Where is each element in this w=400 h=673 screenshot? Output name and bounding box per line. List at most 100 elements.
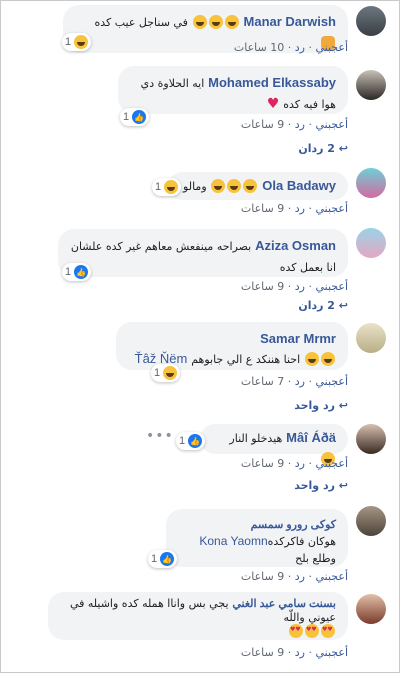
avatar[interactable] — [356, 323, 386, 353]
reaction-badge[interactable]: 1 👍 — [148, 550, 178, 568]
comment-text: يجي بس واناا همله كده واشيله في — [69, 597, 229, 610]
laughing-emoji-icon — [227, 179, 242, 193]
comment-bubble: Aziza Osman بصراحه مينفعش معاهم غير كده … — [58, 229, 348, 277]
reaction-count: 1 — [123, 111, 130, 123]
laughing-emoji-icon — [192, 15, 207, 29]
comment-time[interactable]: 9 ساعات — [241, 457, 284, 470]
avatar[interactable] — [356, 228, 386, 258]
comment-time[interactable]: 7 ساعات — [241, 375, 284, 388]
reaction-badge[interactable]: 1 👍 — [176, 432, 206, 450]
laughing-emoji-icon — [243, 179, 258, 193]
like-reaction-icon: 👍 — [188, 434, 203, 448]
reply-link[interactable]: رد — [295, 375, 305, 388]
like-link[interactable]: أعجبني — [315, 570, 348, 583]
comment-text: هوكان فاكركده — [267, 535, 336, 548]
like-reaction-icon: 👍 — [132, 110, 147, 124]
reaction-count: 1 — [65, 266, 72, 278]
view-replies-link[interactable]: ↩ رد واحد — [294, 399, 348, 412]
comment-text: بصراحه مينفعش معاهم غير كده علشان — [70, 240, 252, 253]
like-link[interactable]: أعجبني — [315, 41, 348, 54]
reply-link[interactable]: رد — [295, 570, 305, 583]
reaction-badge[interactable]: 1 — [62, 33, 92, 51]
comment-author[interactable]: Manar Darwish — [244, 14, 336, 29]
replies-count: رد واحد — [294, 399, 335, 412]
comment-author[interactable]: بسنت سامي عبد الغني — [232, 598, 336, 610]
comment-time[interactable]: 9 ساعات — [241, 280, 284, 293]
comment-bubble: Samar Mrmr احنا هننكد ع الي جابوهم Ťâž Ň… — [116, 322, 348, 370]
comment-actions: أعجبني · رد · 9 ساعات — [240, 280, 348, 293]
comment-actions: أعجبني · رد · 9 ساعات — [240, 646, 348, 659]
avatar[interactable] — [356, 6, 386, 36]
haha-reaction-icon — [163, 366, 178, 380]
avatar[interactable] — [356, 70, 386, 100]
like-link[interactable]: أعجبني — [315, 280, 348, 293]
reply-link[interactable]: رد — [295, 202, 305, 215]
reply-link[interactable]: رد — [295, 280, 305, 293]
like-reaction-icon: 👍 — [74, 265, 89, 279]
comment-time[interactable]: 9 ساعات — [241, 118, 284, 131]
comment-actions: أعجبني · رد · 10 ساعات — [233, 41, 348, 54]
comment-text: ايه الحلاوة دي — [140, 77, 205, 90]
laughing-emoji-icon — [208, 15, 223, 29]
comment-author[interactable]: Mohamed Elkassaby — [208, 75, 336, 90]
like-link[interactable]: أعجبني — [315, 646, 348, 659]
heart-eyes-emoji-icon — [289, 623, 303, 638]
reply-arrow-icon: ↩ — [338, 479, 348, 492]
comment-bubble: Mohamed Elkassaby ايه الحلاوة دي هوا فيه… — [118, 66, 348, 114]
more-options-icon[interactable]: ••• — [146, 428, 174, 444]
reaction-count: 1 — [65, 36, 72, 48]
reaction-badge[interactable]: 1 — [152, 178, 182, 196]
heart-eyes-emoji-icon — [305, 623, 319, 638]
heart-emoji-icon: ♥ — [266, 96, 280, 112]
reply-link[interactable]: رد — [295, 41, 305, 54]
comment-author[interactable]: كوكى رورو سمسم — [251, 519, 336, 531]
comment-text: ومالو — [183, 180, 207, 193]
reply-link[interactable]: رد — [295, 646, 305, 659]
reaction-badge[interactable]: 1 👍 — [120, 108, 150, 126]
avatar[interactable] — [356, 594, 386, 624]
comment-author[interactable]: Mâî Áðä — [286, 430, 336, 445]
mention-link[interactable]: Kona Yaomn — [199, 534, 267, 548]
reply-link[interactable]: رد — [295, 457, 305, 470]
comment-author[interactable]: Ola Badawy — [262, 178, 336, 193]
like-link[interactable]: أعجبني — [315, 457, 348, 470]
comment-author[interactable]: Samar Mrmr — [260, 331, 336, 346]
view-replies-link[interactable]: ↩ رد واحد — [294, 479, 348, 492]
comment-time[interactable]: 9 ساعات — [241, 646, 284, 659]
avatar[interactable] — [356, 506, 386, 536]
laughing-emoji-icon — [321, 352, 335, 366]
reaction-badge[interactable]: 1 👍 — [62, 263, 92, 281]
reply-arrow-icon: ↩ — [338, 299, 348, 312]
like-link[interactable]: أعجبني — [315, 202, 348, 215]
comment-actions: أعجبني · رد · 7 ساعات — [240, 375, 348, 388]
view-replies-link[interactable]: ↩ 2 ردان — [298, 299, 348, 312]
replies-count: رد واحد — [294, 479, 335, 492]
reply-link[interactable]: رد — [295, 118, 305, 131]
comment-time[interactable]: 10 ساعات — [234, 41, 284, 54]
haha-reaction-icon — [164, 180, 179, 194]
comment-author[interactable]: Aziza Osman — [255, 238, 336, 253]
comment-time[interactable]: 9 ساعات — [241, 570, 284, 583]
comment-actions: أعجبني · رد · 9 ساعات — [240, 118, 348, 131]
avatar[interactable] — [356, 168, 386, 198]
replies-count: 2 ردان — [298, 142, 335, 155]
replies-count: 2 ردان — [298, 299, 335, 312]
like-reaction-icon: 👍 — [160, 552, 175, 566]
comment-text-line2: هوا فيه كده — [283, 98, 336, 111]
reaction-count: 1 — [151, 553, 158, 565]
reaction-count: 1 — [179, 435, 186, 447]
comment-actions: أعجبني · رد · 9 ساعات — [240, 457, 348, 470]
view-replies-link[interactable]: ↩ 2 ردان — [298, 142, 348, 155]
comment-bubble: Mâî Áðä هيدخلو النار — [200, 424, 348, 466]
comment-bubble: كوكى رورو سمسم هوكان فاكركدهKona Yaomn و… — [166, 509, 348, 567]
reply-arrow-icon: ↩ — [338, 142, 348, 155]
like-link[interactable]: أعجبني — [315, 118, 348, 131]
comment-text: احنا هننكد ع الي جابوهم — [191, 353, 301, 366]
avatar[interactable] — [356, 424, 386, 454]
reaction-badge[interactable]: 1 — [151, 364, 181, 382]
comment-actions: أعجبني · رد · 9 ساعات — [240, 570, 348, 583]
comment-bubble: بسنت سامي عبد الغني يجي بس واناا همله كد… — [48, 592, 348, 640]
comment-time[interactable]: 9 ساعات — [241, 202, 284, 215]
comment-text-line2: انا بعمل كده — [279, 261, 336, 274]
like-link[interactable]: أعجبني — [315, 375, 348, 388]
